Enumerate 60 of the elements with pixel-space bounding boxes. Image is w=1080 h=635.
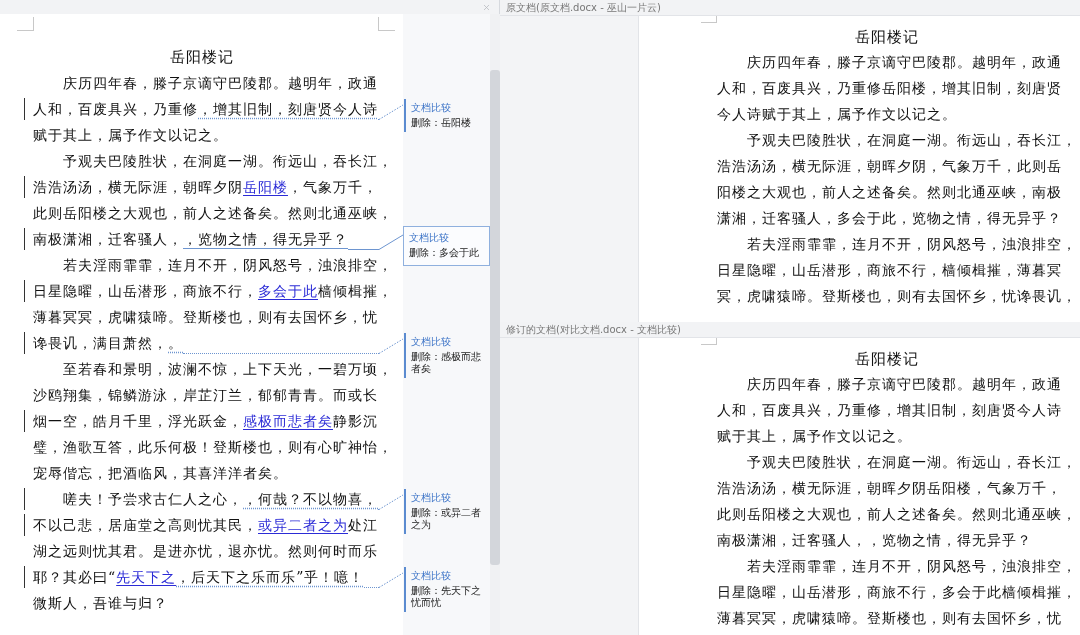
text-line: 若夫淫雨霏霏，连月不开，阴风怒号，浊浪排空，: [746, 236, 1078, 254]
balloon-title: 文档比较: [409, 231, 450, 245]
text-line: 薄暮冥冥，虎啸猿啼。登斯楼也，则有去国怀乡，忧: [717, 610, 1063, 628]
text-line: 湖之远则忧其君。是进亦忧，退亦忧。然则何时而乐: [33, 542, 378, 561]
document-title: 岳阳楼记: [854, 27, 920, 47]
balloon-title: 文档比较: [411, 101, 452, 115]
balloon-note: 删除：感极而悲者矣: [411, 351, 482, 375]
comment-balloon[interactable]: 文档比较 删除：多会于此: [403, 226, 490, 266]
text-line: 浩浩汤汤，横无际涯，朝晖夕阴，气象万千，此则岳: [717, 158, 1063, 176]
text-line: 宠辱偕忘，把酒临风，其喜洋洋者矣。: [33, 464, 288, 483]
balloon-title: 文档比较: [411, 491, 452, 505]
text-line: 不以己悲，居庙堂之高则忧其民，或异二者之为处江: [33, 516, 378, 535]
text-line: 阳楼之大观也，前人之述备矣。然则北通巫峡，南极: [717, 184, 1063, 202]
text-line: 若夫淫雨霏霏，连月不开，阴风怒号，浊浪排空，: [746, 558, 1078, 576]
balloon-title: 文档比较: [411, 569, 452, 583]
text-line: 赋于其上，属予作文以记之。: [33, 126, 228, 145]
close-icon[interactable]: [482, 2, 491, 12]
text-line: 微斯人，吾谁与归？: [33, 594, 168, 613]
text-line: 浩浩汤汤，横无际涯，朝晖夕阴岳阳楼，气象万千，: [717, 480, 1063, 498]
text-line: 薄暮冥冥，虎啸猿啼。登斯楼也，则有去国怀乡，忧: [33, 308, 378, 327]
text-line: 予观夫巴陵胜状，在洞庭一湖。衔远山，吞长江，: [746, 454, 1078, 472]
text-line: 浩浩汤汤，横无际涯，朝晖夕阴岳阳楼，气象万千，: [33, 178, 378, 197]
balloon-note: 删除：岳阳楼: [411, 117, 472, 129]
text-line: 璧，渔歌互答，此乐何极！登斯楼也，则有心旷神怡，: [33, 438, 393, 457]
text-line: 日星隐曜，山岳潜形，商旅不行，多会于此樯倾楫摧，: [717, 584, 1078, 602]
text-line: 予观夫巴陵胜状，在洞庭一湖。衔远山，吞长江，: [746, 132, 1078, 150]
text-line: 耶？其必曰“先天下之，后天下之乐而乐”乎！噫！: [33, 568, 365, 587]
text-line: 日星隐曜，山岳潜形，商旅不行，樯倾楫摧，薄暮冥: [717, 262, 1063, 280]
text-line: 烟一空，皓月千里，浮光跃金，感极而悲者矣静影沉: [33, 412, 378, 431]
pane-title: 修订的文档(对比文档.docx - 文档比较): [500, 322, 1080, 337]
scrollbar[interactable]: [490, 14, 500, 635]
text-line: 此则岳阳楼之大观也，前人之述备矣。然则北通巫峡，: [717, 506, 1078, 524]
pane-title: 原文档(原文档.docx - 巫山一片云): [500, 0, 1080, 15]
text-line: 日星隐曜，山岳潜形，商旅不行，多会于此樯倾楫摧，: [33, 282, 393, 301]
text-line: 潇湘，迁客骚人，多会于此，览物之情，得无异乎？: [717, 210, 1063, 228]
text-line: 赋于其上，属予作文以记之。: [717, 428, 913, 446]
text-line: 南极潇湘，迁客骚人，，览物之情，得无异乎？: [33, 230, 348, 249]
text-line: 若夫淫雨霏霏，连月不开，阴风怒号，浊浪排空，: [62, 256, 393, 275]
text-line: 人和，百废具兴，乃重修，增其旧制，刻唐贤今人诗: [717, 402, 1063, 420]
document-title: 岳阳楼记: [169, 47, 234, 67]
text-line: 人和，百废具兴，乃重修，增其旧制，刻唐贤今人诗: [33, 100, 378, 119]
balloon-title: 文档比较: [411, 335, 452, 349]
text-line: 此则岳阳楼之大观也，前人之述备矣。然则北通巫峡，: [33, 204, 393, 223]
text-line: 南极潇湘，迁客骚人，，览物之情，得无异乎？: [717, 532, 1033, 550]
document-title: 岳阳楼记: [854, 349, 920, 369]
balloon-note: 删除：先天下之忧而忧: [411, 585, 482, 609]
text-line: 予观夫巴陵胜状，在洞庭一湖。衔远山，吞长江，: [62, 152, 393, 171]
text-line: 今人诗赋于其上，属予作文以记之。: [717, 106, 958, 124]
text-line: 人和，百废具兴，乃重修岳阳楼，增其旧制，刻唐贤: [717, 80, 1063, 98]
text-line: 嗟夫！予尝求古仁人之心，，何哉？不以物喜，: [62, 490, 378, 509]
balloon-note: 删除：多会于此: [409, 247, 480, 259]
text-line: 沙鸥翔集，锦鳞游泳，岸芷汀兰，郁郁青青。而或长: [33, 386, 378, 405]
text-line: 庆历四年春，滕子京谪守巴陵郡。越明年，政通: [746, 54, 1063, 72]
text-line: 谗畏讥，满目萧然，。: [33, 334, 183, 353]
balloon-note: 删除：或异二者之为: [411, 507, 482, 531]
text-line: 冥，虎啸猿啼。登斯楼也，则有去国怀乡，忧谗畏讥，: [717, 288, 1078, 306]
text-line: 庆历四年春，滕子京谪守巴陵郡。越明年，政通: [746, 376, 1063, 394]
text-line: 至若春和景明，波澜不惊，上下天光，一碧万顷，: [62, 360, 393, 379]
text-line: 庆历四年春，滕子京谪守巴陵郡。越明年，政通: [62, 74, 378, 93]
scrollbar-thumb[interactable]: [490, 70, 500, 565]
